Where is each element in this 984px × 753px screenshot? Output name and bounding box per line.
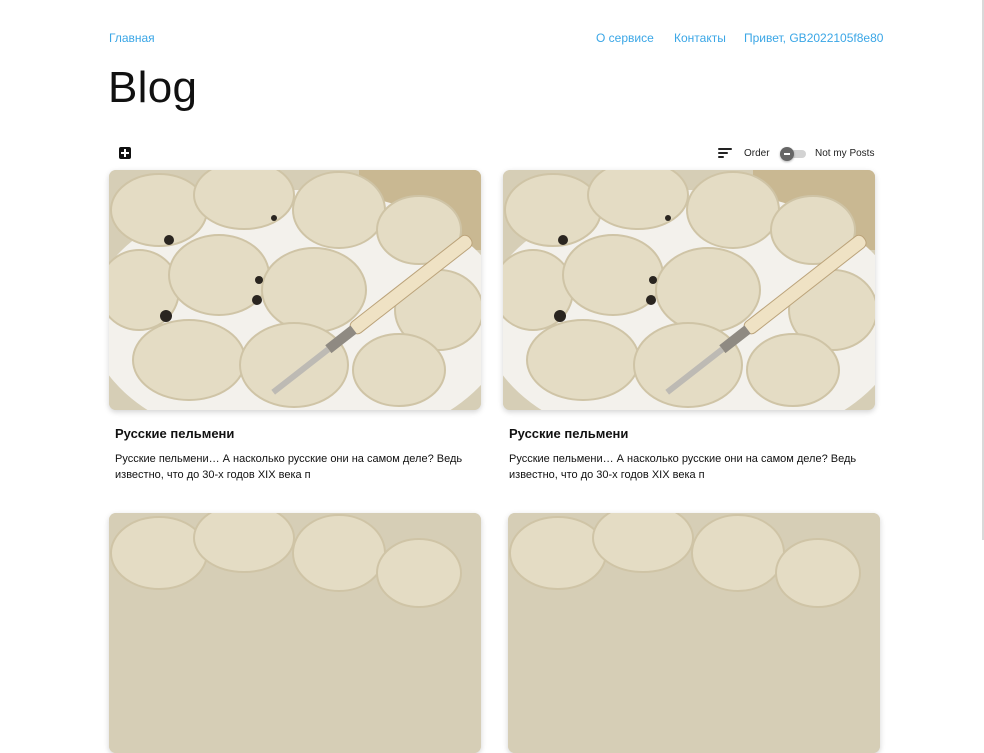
post-excerpt: Русские пельмени… А насколько русские он… [115, 453, 463, 481]
post-image[interactable] [109, 513, 481, 753]
nav-about-link[interactable]: О сервисе [596, 31, 654, 45]
nav-contacts-link[interactable]: Контакты [674, 31, 726, 45]
post-card[interactable] [508, 513, 880, 753]
add-post-button[interactable] [119, 147, 131, 159]
toggle-knob [780, 147, 794, 161]
post-image[interactable] [503, 170, 875, 410]
post-card[interactable] [109, 513, 481, 753]
post-image[interactable] [508, 513, 880, 753]
order-label[interactable]: Order [744, 148, 770, 159]
page-title: Blog [108, 63, 198, 112]
not-my-posts-label: Not my Posts [815, 148, 875, 159]
post-excerpt: Русские пельмени… А насколько русские он… [509, 453, 857, 481]
post-title[interactable]: Русские пельмени [509, 426, 875, 441]
post-card[interactable]: Русские пельмени Русские пельмени… А нас… [503, 170, 875, 483]
post-image[interactable] [109, 170, 481, 410]
user-greeting-link[interactable]: Привет, GB2022105f8e80 [744, 31, 883, 45]
sort-icon[interactable] [718, 148, 732, 159]
not-my-posts-toggle[interactable] [780, 147, 806, 161]
post-card[interactable]: Русские пельмени Русские пельмени… А нас… [109, 170, 481, 483]
nav-home-link[interactable]: Главная [109, 31, 155, 45]
post-title[interactable]: Русские пельмени [115, 426, 481, 441]
